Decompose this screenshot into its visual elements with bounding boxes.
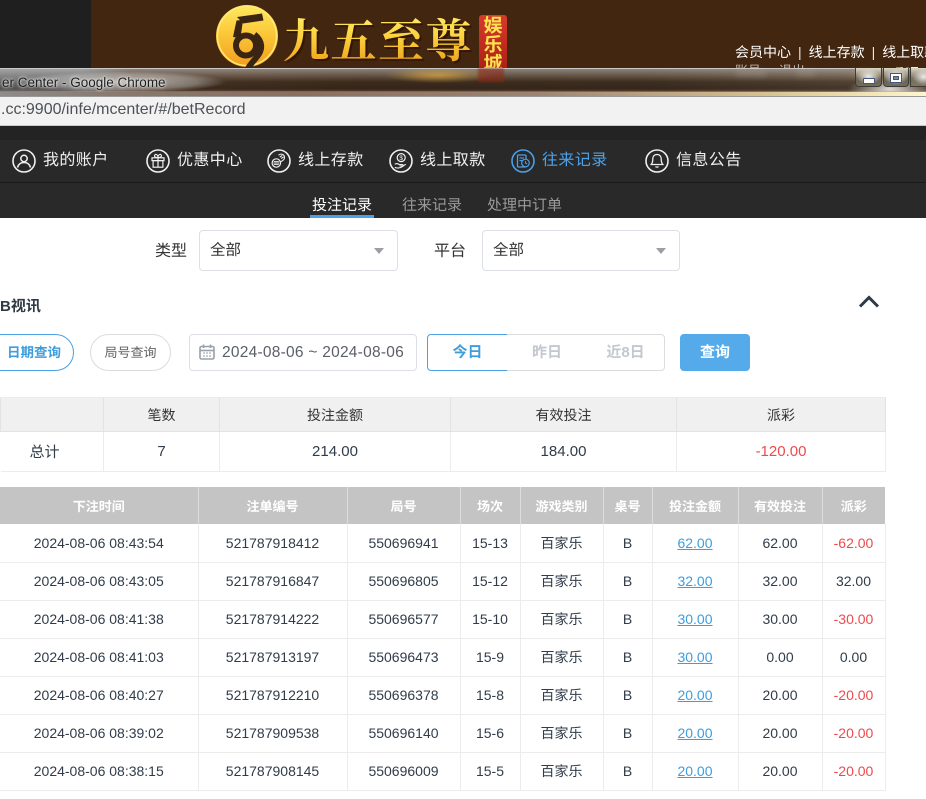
svg-text:$: $: [399, 155, 403, 162]
